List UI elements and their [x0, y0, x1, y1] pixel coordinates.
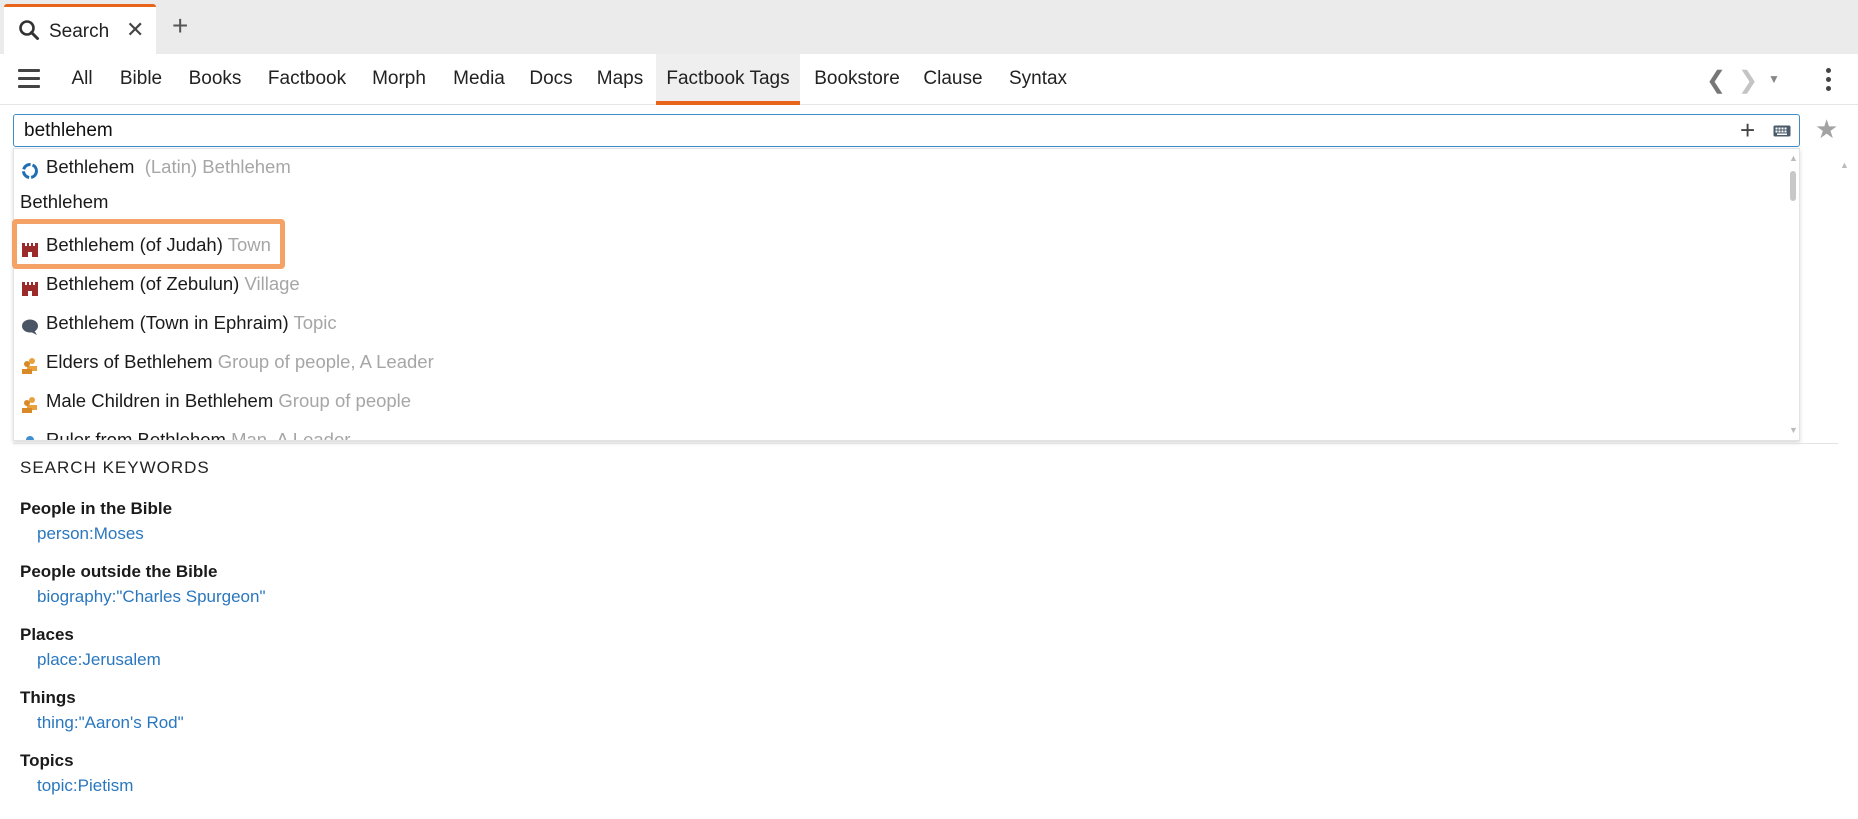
- suggestion-item[interactable]: Ruler from Bethlehem Man, A Leader: [14, 425, 1774, 441]
- keyword-category: Things: [20, 688, 76, 707]
- category-tab-media[interactable]: Media: [449, 54, 509, 105]
- category-tab-bookstore[interactable]: Bookstore: [810, 54, 904, 105]
- scroll-up-arrow-icon[interactable]: ▲: [1789, 153, 1798, 163]
- category-tab-syntax[interactable]: Syntax: [1003, 54, 1073, 105]
- suggestion-item[interactable]: Male Children in Bethlehem Group of peop…: [14, 386, 1774, 416]
- history-dropdown-icon[interactable]: ▼: [1768, 72, 1780, 86]
- suggestion-label: Bethlehem (Town in Ephraim): [46, 312, 289, 333]
- suggestion-item[interactable]: Bethlehem (Town in Ephraim) Topic: [14, 308, 1774, 338]
- castle-icon: [21, 237, 39, 257]
- category-tab-factbook-tags[interactable]: Factbook Tags: [656, 54, 800, 105]
- castle-icon: [21, 276, 39, 296]
- keyword-category: Places: [20, 625, 74, 644]
- person-icon: [21, 432, 39, 440]
- category-tab-bible[interactable]: Bible: [114, 54, 168, 105]
- suggestion-hint: (Latin) Bethlehem: [144, 156, 291, 177]
- add-icon[interactable]: +: [1740, 117, 1755, 143]
- suggestion-hint: Town: [227, 234, 271, 255]
- suggestion-label: Ruler from Bethlehem: [46, 429, 226, 441]
- menu-icon[interactable]: [18, 69, 40, 93]
- group-icon: [21, 393, 39, 413]
- keyword-example-link[interactable]: topic:Pietism: [37, 776, 133, 796]
- category-tab-all[interactable]: All: [62, 54, 102, 105]
- keyword-example-link[interactable]: person:Moses: [37, 524, 144, 544]
- speech-bubble-icon: [21, 315, 39, 335]
- category-tab-clause[interactable]: Clause: [920, 54, 986, 105]
- suggestions-dropdown: Bethlehem (Latin) Bethlehem Bethlehem Be…: [13, 148, 1800, 441]
- suggestion-hint: Topic: [293, 312, 337, 333]
- chevron-left-icon[interactable]: ❮: [1706, 66, 1726, 95]
- keyword-category: People outside the Bible: [20, 562, 218, 581]
- close-icon[interactable]: ✕: [126, 19, 144, 41]
- search-box: +: [13, 114, 1800, 147]
- category-tab-docs[interactable]: Docs: [525, 54, 577, 105]
- group-icon: [21, 354, 39, 374]
- suggestion-label: Male Children in Bethlehem: [46, 390, 274, 411]
- keyboard-icon[interactable]: [1773, 124, 1791, 142]
- suggestion-item-highlighted[interactable]: Bethlehem (of Judah) Town: [14, 230, 1774, 260]
- star-icon[interactable]: ★: [1815, 116, 1838, 142]
- tab-title: Search: [49, 21, 110, 42]
- suggestion-hint: Village: [244, 273, 300, 294]
- category-bar: All Bible Books Factbook Morph Media Doc…: [0, 54, 1858, 105]
- suggestion-hint: Man, A Leader: [231, 429, 351, 441]
- scrollbar-thumb[interactable]: [1790, 171, 1796, 201]
- search-tab[interactable]: Search ✕: [4, 4, 156, 54]
- suggestion-label: Elders of Bethlehem: [46, 351, 213, 372]
- suggestion-hint: Group of people, A Leader: [217, 351, 434, 372]
- suggestion-label: Bethlehem (of Zebulun): [46, 273, 240, 294]
- search-icon: [18, 19, 40, 46]
- suggestion-item[interactable]: Elders of Bethlehem Group of people, A L…: [14, 347, 1774, 377]
- scroll-down-arrow-icon[interactable]: ▼: [1789, 425, 1798, 435]
- category-tab-books[interactable]: Books: [184, 54, 246, 105]
- keyword-example-link[interactable]: thing:"Aaron's Rod": [37, 713, 184, 733]
- suggestion-label: Bethlehem: [46, 156, 135, 177]
- keyword-category: People in the Bible: [20, 499, 173, 518]
- more-options-icon[interactable]: [1826, 68, 1832, 95]
- suggestion-label: Bethlehem (of Judah): [46, 234, 223, 255]
- category-tab-morph[interactable]: Morph: [367, 54, 431, 105]
- category-tab-factbook[interactable]: Factbook: [264, 54, 350, 105]
- suggestion-item[interactable]: Bethlehem (Latin) Bethlehem: [14, 152, 1774, 182]
- logos-icon: [21, 159, 39, 179]
- keyword-example-link[interactable]: biography:"Charles Spurgeon": [37, 587, 266, 607]
- tab-strip: Search ✕ +: [0, 0, 1858, 54]
- divider: [13, 443, 1838, 444]
- dropdown-scrollbar[interactable]: ▲ ▼: [1787, 149, 1799, 440]
- suggestion-hint: Group of people: [278, 390, 412, 411]
- suggestion-group-header: Bethlehem: [20, 191, 109, 212]
- panel-scroll-up-arrow-icon[interactable]: ▲: [1840, 160, 1849, 170]
- category-tab-maps[interactable]: Maps: [592, 54, 648, 105]
- search-keywords-heading: SEARCH KEYWORDS: [20, 458, 210, 477]
- search-input[interactable]: [24, 117, 1724, 144]
- suggestion-item[interactable]: Bethlehem (of Zebulun) Village: [14, 269, 1774, 299]
- keyword-category: Topics: [20, 751, 74, 770]
- chevron-right-icon[interactable]: ❯: [1738, 66, 1758, 95]
- new-tab-plus-icon[interactable]: +: [172, 12, 188, 40]
- keyword-example-link[interactable]: place:Jerusalem: [37, 650, 161, 670]
